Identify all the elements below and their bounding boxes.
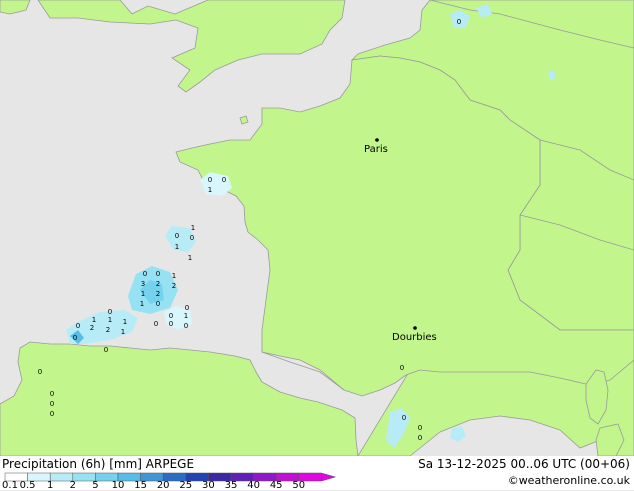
- precip-value-label: 1: [172, 272, 176, 280]
- precip-value-label: 0: [222, 176, 226, 184]
- precip-value-label: 2: [106, 326, 110, 334]
- precip-value-label: 0: [38, 368, 42, 376]
- precip-value-label: 2: [90, 324, 94, 332]
- precip-value-label: 1: [208, 186, 212, 194]
- scale-label: 40: [247, 480, 260, 491]
- precip-value-label: 2: [156, 290, 160, 298]
- precip-value-label: 0: [400, 364, 404, 372]
- precip-value-label: 0: [156, 300, 160, 308]
- precip-value-label: 0: [169, 312, 173, 320]
- precip-value-label: 2: [156, 280, 160, 288]
- precip-value-label: 1: [175, 243, 179, 251]
- precip-value-label: 0: [402, 414, 406, 422]
- precip-value-label: 0: [418, 434, 422, 442]
- scale-label: 30: [202, 480, 215, 491]
- scale-label: 2: [69, 480, 76, 491]
- scale-label: 25: [179, 480, 193, 491]
- precip-value-label: 1: [188, 254, 192, 262]
- precip-value-label: 0: [184, 322, 188, 330]
- scale-label: 1: [47, 480, 54, 491]
- scale-label: 20: [156, 480, 170, 491]
- scale-label: 0.5: [19, 480, 36, 491]
- precip-value-label: 0: [154, 320, 158, 328]
- precip-value-label: 0: [104, 346, 108, 354]
- scale-label: 5: [92, 480, 99, 491]
- scale-label: 50: [292, 480, 306, 491]
- precip-value-label: 0: [108, 308, 112, 316]
- precip-value-label: 0: [50, 390, 54, 398]
- precip-value-label: 0: [50, 410, 54, 418]
- precip-value-label: 1: [108, 316, 112, 324]
- precip-value-label: 0: [156, 270, 160, 278]
- precip-value-label: 0: [208, 176, 212, 184]
- precip-value-label: 0: [190, 234, 194, 242]
- site-credit: ©weatheronline.co.uk: [507, 474, 630, 487]
- map-title: Precipitation (6h) [mm] ARPEGE: [2, 457, 195, 471]
- scale-overflow-arrow: [321, 472, 337, 482]
- precip-value-label: 3: [141, 280, 145, 288]
- scale-label: 45: [269, 480, 283, 491]
- precip-value-label: 1: [191, 224, 195, 232]
- city-label: Paris: [364, 144, 388, 155]
- scale-label: 0.1: [2, 480, 18, 491]
- precip-value-label: 1: [123, 318, 127, 326]
- scale-label: 10: [111, 480, 125, 491]
- precip-value-label: 0: [50, 400, 54, 408]
- precip-value-label: 1: [184, 312, 188, 320]
- city-label: Dourbies: [392, 332, 437, 343]
- precip-value-label: 2: [172, 282, 176, 290]
- precip-value-label: 1: [140, 300, 144, 308]
- precip-value-label: 0: [169, 320, 173, 328]
- precip-value-label: 0: [143, 270, 147, 278]
- precip-value-label: 1: [92, 316, 96, 324]
- scale-label: 35: [224, 480, 238, 491]
- precipitation-map: 0 0110 0110 0 13 2 21 21 0 00 0 11 1 1 0 0 02 2 1000000000…: [0, 0, 634, 456]
- land-channel-isle: [239, 115, 249, 125]
- precip-value-label: 0: [457, 18, 461, 26]
- scale-label: 15: [134, 480, 147, 491]
- precip-value-label: 0: [185, 304, 189, 312]
- precip-value-label: 0: [76, 322, 80, 330]
- precip-value-label: 0: [175, 232, 179, 240]
- precip-value-label: 1: [141, 290, 145, 298]
- precip-value-label: 1: [121, 328, 125, 336]
- map-datetime: Sa 13-12-2025 00..06 UTC (00+06): [418, 457, 630, 471]
- precip-value-label: 0: [73, 334, 77, 342]
- precip-value-label: 0: [418, 424, 422, 432]
